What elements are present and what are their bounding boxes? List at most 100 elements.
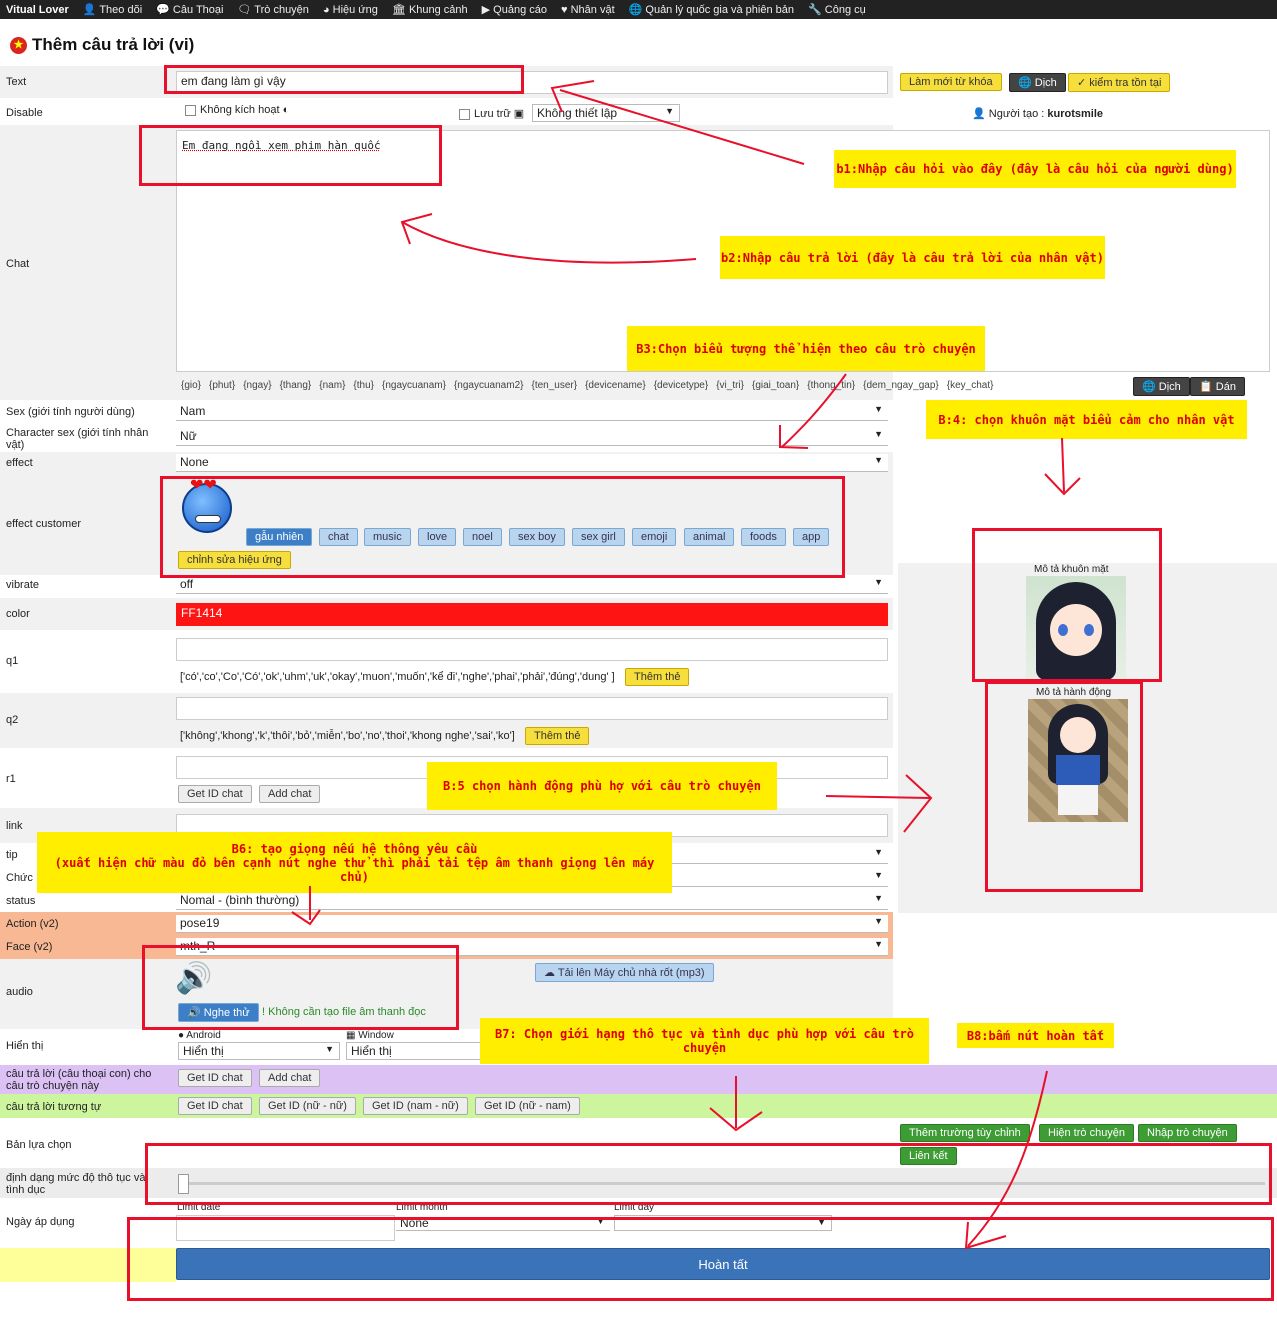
chevron-down-icon: ▼ [325, 1044, 334, 1054]
show-chat-button[interactable]: Hiện trò chuyện [1039, 1124, 1135, 1142]
q2-tag-list: ['không','khong','k','thôi','bỏ','miễn',… [180, 730, 515, 742]
nav-tools[interactable]: 🔧 Công cụ [808, 3, 866, 16]
similar-get-id-fm-button[interactable]: Get ID (nữ - nam) [475, 1097, 580, 1115]
nav-countries[interactable]: 🌐 Quản lý quốc gia và phiên bản [629, 3, 794, 16]
similar-get-id-ff-button[interactable]: Get ID (nữ - nữ) [259, 1097, 356, 1115]
status-select[interactable]: Nomal - (bình thường) ▼ [176, 892, 888, 910]
speaker-icon[interactable]: 🔊 [175, 962, 212, 996]
chevron-down-icon: ▼ [874, 939, 883, 949]
tag-ngaycuanam2[interactable]: {ngaycuanam2} [454, 380, 524, 391]
nav-dialogue[interactable]: 💬 Câu Thoại [156, 3, 223, 16]
right-eye [1084, 624, 1094, 636]
apply-date-label: Ngày áp dụng [6, 1216, 75, 1228]
limit-date-input[interactable] [176, 1215, 395, 1241]
tag-nam[interactable]: {nam} [319, 380, 345, 391]
function-select[interactable]: ▼ [672, 869, 888, 887]
custom-field-button[interactable]: Thêm trường tùy chỉnh [900, 1124, 1030, 1142]
sex-select[interactable]: Nam ▼ [176, 403, 888, 421]
tag-translate-button[interactable]: 🌐 Dịch [1133, 377, 1190, 396]
tag-thang[interactable]: {thang} [280, 380, 312, 391]
android-display-select[interactable]: Hiển thị ▼ [178, 1042, 340, 1060]
tag-vi-tri[interactable]: {vi_tri} [716, 380, 744, 391]
r1-get-id-chat-button[interactable]: Get ID chat [178, 785, 252, 803]
q2-add-tag-button[interactable]: Thêm thẻ [525, 727, 590, 745]
q1-add-tag-button[interactable]: Thêm thẻ [625, 668, 690, 686]
tag-thu[interactable]: {thu} [353, 380, 374, 391]
tag-devicename[interactable]: {devicename} [585, 380, 646, 391]
tag-devicetype[interactable]: {devicetype} [654, 380, 709, 391]
face-select[interactable]: mth_R ▼ [176, 938, 888, 956]
effect-tab-animal[interactable]: animal [684, 528, 735, 546]
vibrate-select[interactable]: off ▼ [176, 576, 888, 594]
brand-link[interactable]: Vitual Lover [6, 4, 69, 16]
vulgar-slider-handle[interactable] [178, 1174, 189, 1194]
tag-ten-user[interactable]: {ten_user} [531, 380, 577, 391]
nav-characters[interactable]: ♥ Nhân vật [561, 4, 615, 16]
translate-button[interactable]: 🌐 Dịch [1009, 73, 1066, 92]
effect-tab-foods[interactable]: foods [741, 528, 786, 546]
nav-ads[interactable]: ▶ Quảng cáo [482, 3, 547, 16]
tag-ngaycuanam[interactable]: {ngaycuanam} [382, 380, 446, 391]
r1-add-chat-button[interactable]: Add chat [259, 785, 321, 803]
effect-tab-chat[interactable]: chat [319, 528, 358, 546]
q2-label: q2 [6, 714, 19, 726]
window-display-select[interactable]: Hiển thị [346, 1042, 486, 1060]
tag-thong-tin[interactable]: {thong_tin} [807, 380, 855, 391]
tag-key-chat[interactable]: {key_chat} [947, 380, 994, 391]
submit-button[interactable]: Hoàn tất [176, 1248, 1270, 1280]
nav-follow[interactable]: 👤 Theo dõi [83, 3, 142, 16]
import-chat-button[interactable]: Nhập trò chuyện [1138, 1124, 1237, 1142]
tip-select[interactable]: ▼ [672, 846, 888, 864]
action-select[interactable]: pose19 ▼ [176, 915, 888, 933]
char-sex-select[interactable]: Nữ ▼ [176, 428, 888, 446]
q2-input[interactable] [176, 697, 888, 720]
setting-select[interactable]: Không thiết lập ▼ [532, 104, 680, 122]
tag-gio[interactable]: {gio} [181, 380, 201, 391]
effect-select[interactable]: None ▼ [176, 454, 888, 472]
color-input[interactable]: FF1414 [176, 603, 888, 626]
question-text-input[interactable]: em đang làm gì vậy [176, 71, 888, 94]
edit-effect-button[interactable]: chỉnh sửa hiệu ứng [178, 551, 291, 569]
page-title: ★ Thêm câu trả lời (vi) [10, 35, 194, 55]
effect-tab-random[interactable]: gẫu nhiên [246, 528, 313, 546]
effect-tab-noel[interactable]: noel [463, 528, 502, 546]
checkbox-box[interactable] [185, 104, 196, 116]
sub-get-id-chat-button[interactable]: Get ID chat [178, 1069, 252, 1087]
upload-audio-button[interactable]: ☁ Tải lên Máy chủ nhà rốt (mp3) [535, 963, 714, 982]
effect-tab-music[interactable]: music [364, 528, 411, 546]
effect-tab-app[interactable]: app [793, 528, 830, 546]
listen-button[interactable]: 🔊 Nghe thử [178, 1003, 259, 1022]
effect-tab-sex-boy[interactable]: sex boy [509, 528, 565, 546]
nav-effects[interactable]: ◕ Hiệu ứng [323, 4, 378, 16]
similar-get-id-mf-button[interactable]: Get ID (nam - nữ) [363, 1097, 468, 1115]
creator-label: Người tạo : [988, 108, 1045, 120]
q1-input[interactable] [176, 638, 888, 661]
paste-button[interactable]: 📋 Dán [1190, 377, 1245, 396]
tag-ngay[interactable]: {ngay} [243, 380, 271, 391]
effect-tab-emoji[interactable]: emoji [632, 528, 677, 546]
effect-tab-sex-girl[interactable]: sex girl [572, 528, 625, 546]
vietnam-flag-icon: ★ [10, 36, 27, 54]
similar-get-id-chat-button[interactable]: Get ID chat [178, 1097, 252, 1115]
effect-tab-love[interactable]: love [418, 528, 457, 546]
limit-month-select[interactable]: None ▼ [396, 1215, 610, 1231]
check-exists-label: kiểm tra tồn tại [1089, 77, 1162, 89]
nav-chat[interactable]: 🗨 Trò chuyện [237, 3, 308, 16]
sub-add-chat-button[interactable]: Add chat [259, 1069, 321, 1087]
chevron-down-icon: ▼ [874, 893, 883, 903]
vulgar-slider-track[interactable] [185, 1182, 1265, 1185]
tag-dem-ngay-gap[interactable]: {dem_ngay_gap} [863, 380, 939, 391]
similar-label: câu trả lời tương tự [6, 1101, 102, 1113]
nav-scenes[interactable]: 🏛 Khung cảnh [392, 3, 468, 16]
tag-phut[interactable]: {phut} [209, 380, 235, 391]
disable-checkbox[interactable]: Không kích hoạt ◐ [185, 104, 289, 116]
action-value: pose19 [180, 916, 220, 930]
archive-box[interactable] [459, 108, 470, 120]
limit-day-select[interactable]: ▼ [614, 1215, 832, 1231]
refresh-keywords-button[interactable]: Làm mới từ khóa [900, 73, 1002, 91]
archive-checkbox[interactable]: Lưu trữ ▣ [459, 107, 524, 120]
check-exists-button[interactable]: ✓ kiểm tra tồn tại [1068, 73, 1171, 92]
tag-giai-toan[interactable]: {giai_toan} [752, 380, 799, 391]
link-button[interactable]: Liên kết [900, 1147, 957, 1165]
vibrate-value: off [180, 577, 194, 591]
